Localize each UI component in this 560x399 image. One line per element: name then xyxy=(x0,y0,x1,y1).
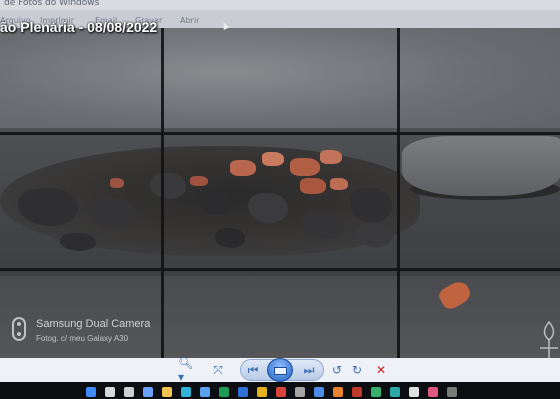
task-view-icon[interactable] xyxy=(124,387,134,397)
slideshow-button[interactable] xyxy=(267,358,293,382)
previous-button[interactable]: ⏮ xyxy=(244,361,262,379)
watermark-device-text: Fotog. c/ meu Galaxy A30 xyxy=(36,334,129,343)
brick-fragment xyxy=(110,178,124,188)
widgets-icon[interactable] xyxy=(143,387,153,397)
dual-camera-icon xyxy=(12,317,26,341)
next-button[interactable]: ⏭ xyxy=(300,361,318,379)
broadcast-caption: ão Plenária - 08/08/2022 xyxy=(0,19,158,35)
taskbar xyxy=(0,382,560,399)
brick-fragment xyxy=(230,160,256,176)
excel-icon[interactable] xyxy=(219,387,229,397)
edge-icon[interactable] xyxy=(181,387,191,397)
raised-asphalt-slab xyxy=(402,136,560,196)
asphalt-surface xyxy=(0,28,560,138)
rock xyxy=(60,233,96,251)
brick-fragment xyxy=(320,150,342,164)
brick-fragment xyxy=(290,158,320,176)
rock xyxy=(355,223,393,247)
display-seam xyxy=(397,28,400,360)
app-orange-icon[interactable] xyxy=(333,387,343,397)
actual-size-icon: ⤧ xyxy=(213,362,223,377)
delete-icon: ✕ xyxy=(375,363,387,377)
photo-canvas[interactable]: Samsung Dual Camera Fotog. c/ meu Galaxy… xyxy=(0,28,560,360)
slideshow-icon xyxy=(274,367,287,375)
app-dark-icon[interactable] xyxy=(447,387,457,397)
channel-logo-icon xyxy=(540,320,558,358)
app-blue-icon[interactable] xyxy=(314,387,324,397)
store-icon[interactable] xyxy=(200,387,210,397)
app-green-icon[interactable] xyxy=(371,387,381,397)
brick-fragment xyxy=(300,178,326,194)
next-icon: ⏭ xyxy=(303,362,315,377)
previous-icon: ⏮ xyxy=(247,362,259,377)
brick-fragment xyxy=(190,176,208,186)
display-seam xyxy=(0,268,560,271)
file-explorer-icon[interactable] xyxy=(162,387,172,397)
watermark-camera-text: Samsung Dual Camera xyxy=(36,318,151,330)
chrome-icon[interactable] xyxy=(257,387,267,397)
camera-watermark: Samsung Dual Camera Fotog. c/ meu Galaxy… xyxy=(12,317,182,347)
app-teal-icon[interactable] xyxy=(390,387,400,397)
rock xyxy=(350,188,392,222)
actual-size-button[interactable]: ⤧ xyxy=(210,361,226,379)
rotate-left-icon: ↺ xyxy=(331,363,343,377)
delete-button[interactable]: ✕ xyxy=(374,361,388,379)
rotate-right-icon: ↻ xyxy=(351,363,363,377)
rock xyxy=(300,213,344,239)
display-seam xyxy=(0,132,560,135)
display-seam xyxy=(161,28,164,360)
rock xyxy=(150,173,186,199)
rock xyxy=(248,193,288,223)
rock xyxy=(200,193,232,215)
start-icon[interactable] xyxy=(86,387,96,397)
search-icon[interactable] xyxy=(105,387,115,397)
app-gray-icon[interactable] xyxy=(295,387,305,397)
app-light-icon[interactable] xyxy=(409,387,419,397)
rotate-left-button[interactable]: ↺ xyxy=(330,361,344,379)
window-title-bar: de Fotos do Windows xyxy=(0,0,560,10)
brick-fragment xyxy=(262,152,284,166)
menu-item-open[interactable]: Abrir xyxy=(180,16,199,25)
app-red-icon[interactable] xyxy=(276,387,286,397)
zoom-icon: 🔍︎▾ xyxy=(178,356,194,384)
rotate-right-button[interactable]: ↻ xyxy=(350,361,364,379)
viewer-toolbar: 🔍︎▾ ⤧ ⏮ ⏭ ↺ ↻ ✕ xyxy=(0,356,560,384)
app-pink-icon[interactable] xyxy=(428,387,438,397)
zoom-button[interactable]: 🔍︎▾ xyxy=(178,356,198,384)
rock xyxy=(215,228,245,248)
window-title: de Fotos do Windows xyxy=(4,0,100,8)
brick-fragment xyxy=(330,178,348,190)
photos-icon[interactable] xyxy=(352,387,362,397)
word-icon[interactable] xyxy=(238,387,248,397)
